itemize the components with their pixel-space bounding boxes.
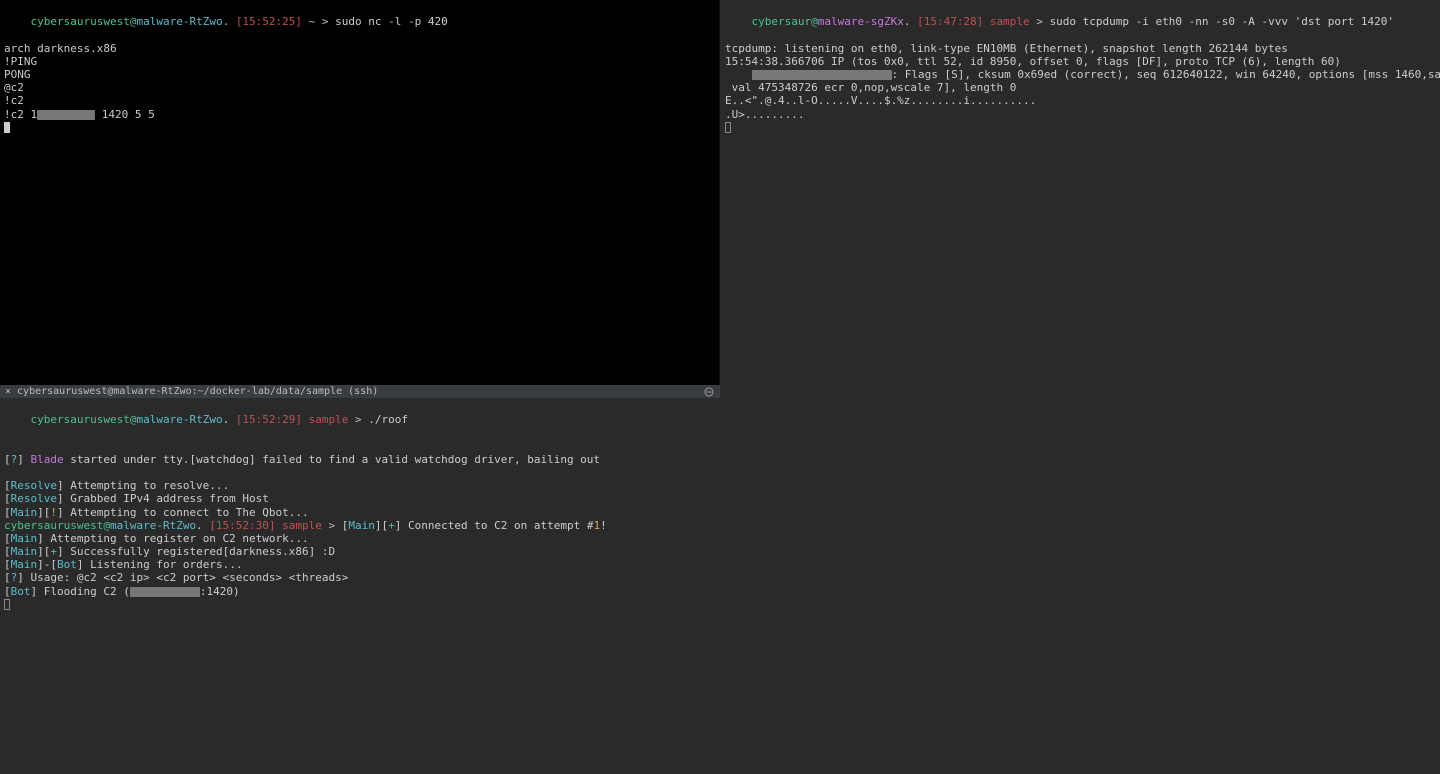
redacted-ip	[130, 587, 200, 597]
cursor-line	[4, 598, 716, 611]
host: malware-RtZwo	[136, 15, 222, 28]
cursor-icon	[4, 599, 10, 610]
output-line: E..<".@.4..l-O.....V....$.%z........i...…	[725, 94, 1436, 107]
output-line: [Main][+] Successfully registered[darkne…	[4, 545, 716, 558]
output-line: cybersauruswest@malware-RtZwo. [15:52:30…	[4, 519, 716, 532]
output-line: [Main]-[Bot] Listening for orders...	[4, 558, 716, 571]
output-line: PONG	[4, 68, 715, 81]
minimize-icon[interactable]	[704, 387, 714, 397]
output-line: [?] Usage: @c2 <c2 ip> <c2 port> <second…	[4, 571, 716, 584]
prompt-line: cybersauruswest@malware-RtZwo. [15:52:29…	[4, 400, 716, 440]
status-bar: × cybersauruswest@malware-RtZwo:~/docker…	[0, 385, 720, 398]
output-line: .U>.........	[725, 108, 1436, 121]
user: cybersauruswest	[31, 15, 130, 28]
cursor-line	[4, 121, 715, 134]
output-line: !c2 1 1420 5 5	[4, 108, 715, 121]
output-line: [?] Blade started under tty.[watchdog] f…	[4, 453, 716, 466]
output-line: : Flags [S], cksum 0x69ed (correct), seq…	[725, 68, 1436, 81]
cursor-icon	[725, 122, 731, 133]
output-line: [Resolve] Grabbed IPv4 address from Host	[4, 492, 716, 505]
prompt-line: cybersauruswest@malware-RtZwo. [15:52:25…	[4, 2, 715, 42]
status-text: cybersauruswest@malware-RtZwo:~/docker-l…	[17, 386, 378, 398]
redacted-ip	[752, 70, 892, 80]
close-icon[interactable]: ×	[5, 386, 11, 398]
output-line: !PING	[4, 55, 715, 68]
redacted-ip	[37, 110, 95, 120]
terminal-top-left[interactable]: cybersauruswest@malware-RtZwo. [15:52:25…	[0, 0, 720, 385]
cursor-icon	[4, 122, 10, 133]
output-line: val 475348726 ecr 0,nop,wscale 7], lengt…	[725, 81, 1436, 94]
output-line: @c2	[4, 81, 715, 94]
cursor-line	[725, 121, 1436, 134]
terminal-right[interactable]: cybersaur@malware-sgZKx. [15:47:28] samp…	[721, 0, 1440, 774]
output-line: !c2	[4, 94, 715, 107]
output-line: [Main][!] Attempting to connect to The Q…	[4, 506, 716, 519]
terminal-bottom-left[interactable]: cybersauruswest@malware-RtZwo. [15:52:29…	[0, 398, 720, 774]
output-line: [Main] Attempting to register on C2 netw…	[4, 532, 716, 545]
output-line: [Resolve] Attempting to resolve...	[4, 479, 716, 492]
command: sudo nc -l -p 420	[335, 15, 448, 28]
output-line: [Bot] Flooding C2 (:1420)	[4, 585, 716, 598]
output-line: 15:54:38.366706 IP (tos 0x0, ttl 52, id …	[725, 55, 1436, 68]
prompt-line: cybersaur@malware-sgZKx. [15:47:28] samp…	[725, 2, 1436, 42]
output-line: tcpdump: listening on eth0, link-type EN…	[725, 42, 1436, 55]
output-line: arch darkness.x86	[4, 42, 715, 55]
timestamp: [15:52:25]	[236, 15, 302, 28]
